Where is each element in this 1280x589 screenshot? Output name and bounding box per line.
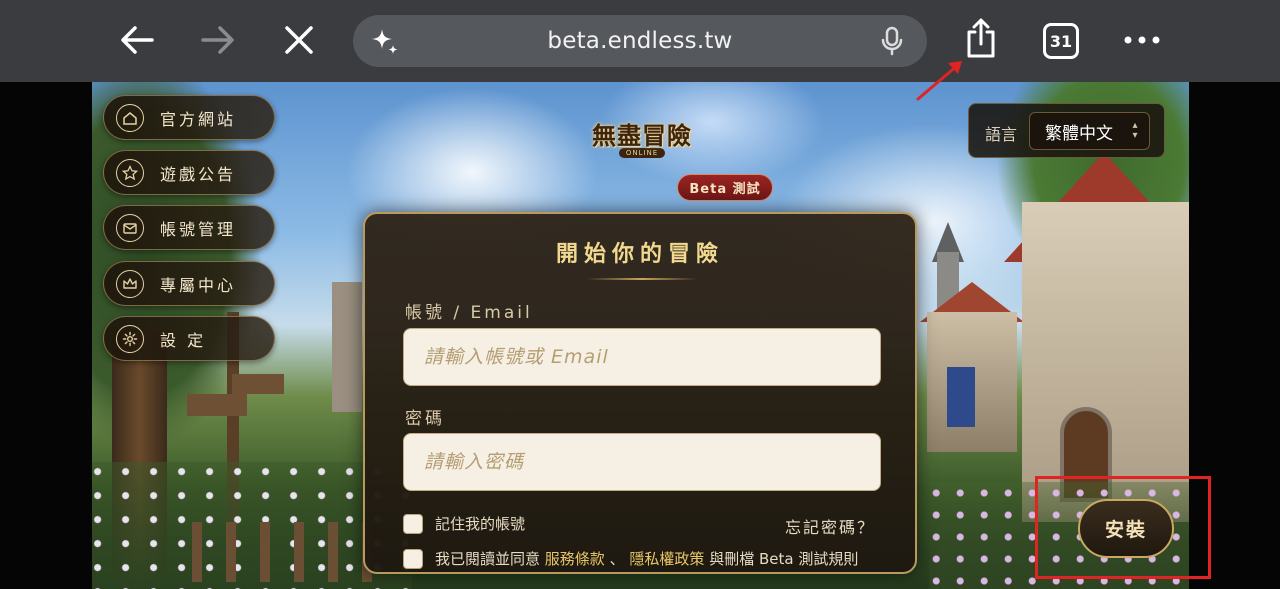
sign-decoration (187, 394, 247, 416)
chevron-up-down-icon: ▴ ▾ (1132, 120, 1138, 141)
menu-item-exclusive-center[interactable]: 專屬中心 (103, 261, 275, 306)
microphone-icon[interactable] (880, 26, 904, 60)
language-selector: 語言 繁體中文 ▴ ▾ (968, 103, 1165, 158)
remember-label[interactable]: 記住我的帳號 (435, 513, 525, 534)
remember-row: 記住我的帳號 (403, 513, 525, 534)
gear-icon (116, 324, 144, 353)
agree-separator: 、 (609, 550, 625, 568)
agree-row: 我已閱讀並同意 服務條款 、 隱私權政策 與刪檔 Beta 測試規則 (403, 548, 858, 569)
logo-title: 無盡冒險 (592, 121, 692, 150)
menu-item-label: 帳號管理 (160, 219, 237, 239)
home-icon (116, 103, 144, 132)
login-title: 開始你的冒險 (555, 241, 724, 267)
fence-decoration (192, 522, 372, 582)
share-icon (964, 18, 998, 58)
menu-item-account[interactable]: 帳號管理 (103, 205, 275, 250)
browser-toolbar: beta.endless.tw 31 (0, 0, 1280, 82)
title-divider (587, 278, 697, 280)
banner-decoration (947, 367, 975, 427)
menu-item-settings[interactable]: 設 定 (103, 316, 275, 361)
annotation-arrow (916, 61, 962, 101)
password-field[interactable] (403, 433, 881, 491)
tabs-button[interactable]: 31 (1043, 23, 1079, 59)
remember-checkbox[interactable] (403, 513, 423, 534)
language-selected: 繁體中文 (1045, 123, 1113, 144)
mail-icon (116, 213, 144, 242)
address-bar[interactable]: beta.endless.tw (353, 15, 927, 67)
beta-badge: Beta 測試 (677, 174, 773, 201)
game-logo: 無盡冒險 ONLINE (582, 122, 702, 164)
windmill-decoration (332, 282, 362, 412)
agree-text: 我已閱讀並同意 服務條款 、 隱私權政策 與刪檔 Beta 測試規則 (435, 548, 858, 569)
more-button[interactable] (1116, 14, 1168, 66)
menu-item-label: 遊戲公告 (160, 164, 237, 184)
language-dropdown[interactable]: 繁體中文 ▴ ▾ (1029, 112, 1150, 150)
language-label: 語言 (985, 125, 1018, 144)
menu-item-label: 專屬中心 (160, 275, 237, 295)
password-label: 密碼 (405, 409, 445, 429)
forward-arrow-icon (201, 25, 235, 55)
tab-count: 31 (1049, 31, 1073, 51)
forward-button[interactable] (192, 14, 244, 66)
menu-item-official-site[interactable]: 官方網站 (103, 95, 275, 140)
account-input[interactable] (404, 329, 880, 385)
account-field[interactable] (403, 328, 881, 386)
back-button[interactable] (111, 14, 163, 66)
star-icon (116, 158, 144, 187)
privacy-link[interactable]: 隱私權政策 (629, 550, 704, 568)
terms-link[interactable]: 服務條款 (545, 550, 605, 568)
account-label: 帳號 / Email (405, 303, 533, 323)
agree-prefix: 我已閱讀並同意 (435, 550, 541, 568)
menu-item-label: 官方網站 (160, 109, 237, 129)
login-card: 開始你的冒險 帳號 / Email 密碼 記住我的帳號 忘記密碼？ 我已閱讀並同… (363, 212, 917, 574)
more-icon (1124, 36, 1160, 44)
back-arrow-icon (120, 25, 154, 55)
forgot-password-link[interactable]: 忘記密碼？ (785, 514, 875, 538)
url-text[interactable]: beta.endless.tw (353, 28, 927, 54)
menu-item-announcements[interactable]: 遊戲公告 (103, 150, 275, 195)
password-input[interactable] (404, 434, 880, 490)
install-button[interactable]: 安裝 (1078, 499, 1174, 558)
agree-checkbox[interactable] (403, 548, 423, 569)
web-page: 官方網站 遊戲公告 帳號管理 專屬中心 設 定 無盡冒險 ONLINE Beta… (0, 82, 1280, 589)
crown-icon (116, 269, 144, 298)
sign-decoration (232, 374, 284, 394)
stop-button[interactable] (273, 14, 325, 66)
agree-suffix: 與刪檔 Beta 測試規則 (709, 550, 859, 568)
close-icon (284, 25, 314, 55)
menu-item-label: 設 定 (160, 330, 207, 350)
